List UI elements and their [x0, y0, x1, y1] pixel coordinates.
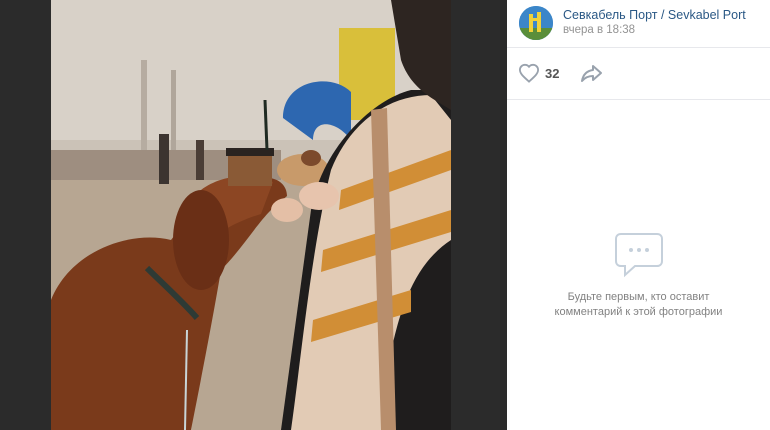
post-time[interactable]: вчера в 18:38: [563, 24, 635, 36]
photo-viewer: [0, 0, 507, 430]
empty-comments-text: Будьте первым, кто оставит комментарий к…: [507, 290, 770, 320]
author-avatar[interactable]: [519, 6, 553, 40]
post-author-header: Севкабель Порт / Sevkabel Port вчера в 1…: [507, 0, 770, 48]
avatar-image: [519, 6, 553, 40]
share-button[interactable]: [580, 63, 604, 85]
photo-illustration: [51, 0, 451, 430]
like-button[interactable]: 32: [518, 62, 559, 84]
author-name-link[interactable]: Севкабель Порт / Sevkabel Port: [563, 8, 746, 22]
empty-comments: Будьте первым, кто оставит комментарий к…: [507, 230, 770, 320]
share-arrow-icon: [581, 65, 602, 82]
empty-comments-line2: комментарий к этой фотографии: [554, 306, 723, 318]
like-count: 32: [545, 65, 560, 81]
post-photo[interactable]: [51, 0, 451, 430]
comment-bubble-icon: [614, 233, 663, 278]
empty-comments-line1: Будьте первым, кто оставит: [567, 291, 710, 303]
heart-outline-icon: [518, 63, 540, 83]
photo-side-panel: Севкабель Порт / Sevkabel Port вчера в 1…: [507, 0, 770, 430]
post-actions: 32: [507, 48, 770, 100]
